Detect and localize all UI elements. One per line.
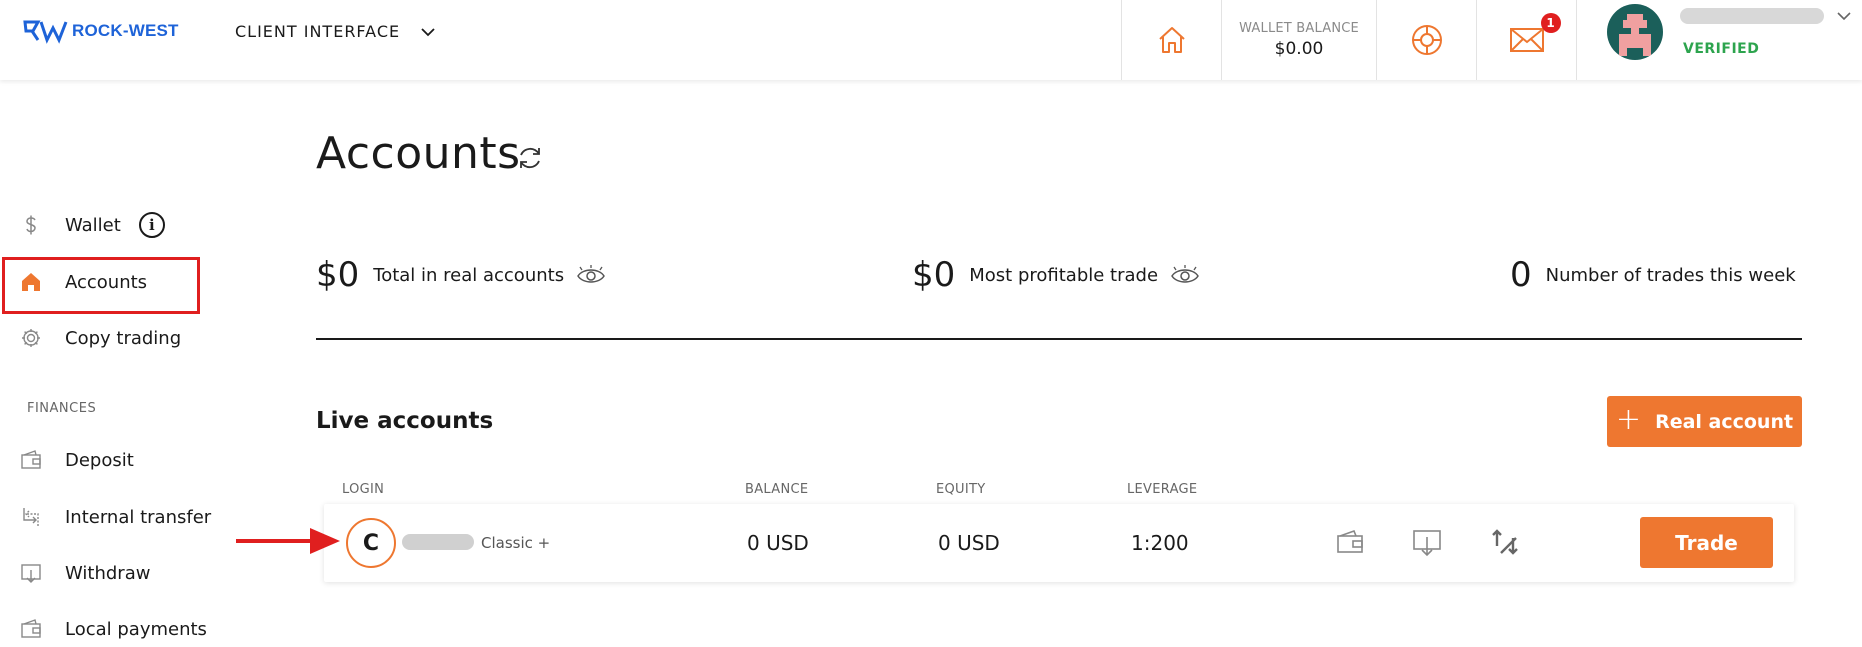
wallet-icon bbox=[20, 449, 42, 471]
avatar-pixel-icon bbox=[1619, 14, 1651, 56]
finances-section-label: FINANCES bbox=[27, 401, 97, 416]
client-interface-dropdown[interactable]: CLIENT INTERFACE bbox=[235, 22, 436, 41]
eye-icon[interactable] bbox=[576, 264, 606, 286]
dollar-icon bbox=[20, 214, 42, 236]
column-header-login: LOGIN bbox=[342, 482, 385, 497]
stat-label: Number of trades this week bbox=[1545, 264, 1796, 286]
sidebar-item-deposit[interactable]: Deposit bbox=[20, 440, 134, 480]
rock-west-logo[interactable]: ROCK-WEST bbox=[22, 18, 179, 44]
sidebar-item-label: Wallet bbox=[65, 214, 121, 236]
section-divider bbox=[316, 338, 1802, 340]
wallet-icon bbox=[20, 618, 42, 640]
client-interface-label: CLIENT INTERFACE bbox=[235, 22, 401, 41]
messages-button[interactable]: 1 bbox=[1476, 0, 1576, 80]
sidebar-item-wallet[interactable]: Wallet i bbox=[20, 205, 165, 245]
wallet-balance-label: WALLET BALANCE bbox=[1239, 21, 1359, 36]
sidebar-item-local-payments[interactable]: Local payments bbox=[20, 609, 207, 647]
sidebar-item-withdraw[interactable]: Withdraw bbox=[20, 553, 150, 593]
notification-badge: 1 bbox=[1540, 13, 1561, 33]
login-redacted bbox=[402, 534, 474, 550]
mail-icon bbox=[1509, 28, 1544, 52]
transfer-icon bbox=[20, 506, 42, 528]
refresh-icon[interactable] bbox=[516, 144, 544, 172]
table-row: C Classic + 0 USD 0 USD 1:200 Trade bbox=[324, 504, 1794, 582]
wallet-balance[interactable]: WALLET BALANCE $0.00 bbox=[1221, 0, 1376, 80]
real-account-label: Real account bbox=[1655, 410, 1794, 433]
account-leverage: 1:200 bbox=[1131, 531, 1189, 555]
annotation-highlight-box bbox=[2, 257, 200, 314]
wallet-balance-value: $0.00 bbox=[1274, 39, 1324, 59]
user-menu[interactable]: VERIFIED bbox=[1576, 0, 1862, 80]
transfer-icon[interactable] bbox=[1489, 526, 1521, 558]
sidebar-item-internal-transfer[interactable]: Internal transfer bbox=[20, 497, 211, 537]
chevron-down-icon bbox=[1837, 12, 1851, 21]
account-balance: 0 USD bbox=[747, 531, 809, 555]
column-header-balance: BALANCE bbox=[745, 482, 809, 497]
sidebar-item-label: Internal transfer bbox=[65, 506, 212, 528]
stat-most-profitable-trade: $0 Most profitable trade bbox=[912, 255, 1200, 295]
stat-label: Total in real accounts bbox=[373, 264, 565, 286]
avatar bbox=[1607, 4, 1663, 60]
stat-total-real-accounts: $0 Total in real accounts bbox=[316, 255, 606, 295]
sidebar-item-copy-trading[interactable]: Copy trading bbox=[20, 318, 181, 358]
sidebar-item-label: Withdraw bbox=[65, 562, 151, 584]
stat-value: 0 bbox=[1510, 255, 1532, 295]
logo-text: ROCK-WEST bbox=[72, 21, 179, 40]
annotation-arrow-icon bbox=[236, 528, 340, 554]
account-initial-badge: C bbox=[346, 518, 396, 568]
username-redacted bbox=[1680, 8, 1824, 24]
plus-icon: + bbox=[1615, 402, 1642, 437]
live-accounts-title: Live accounts bbox=[316, 408, 494, 434]
column-header-leverage: LEVERAGE bbox=[1127, 482, 1198, 497]
sidebar-item-label: Local payments bbox=[65, 618, 207, 640]
home-button[interactable] bbox=[1121, 0, 1221, 80]
lifebuoy-icon bbox=[1411, 25, 1442, 55]
stat-trades-this-week: 0 Number of trades this week bbox=[1510, 255, 1796, 295]
add-real-account-button[interactable]: + Real account bbox=[1607, 396, 1802, 447]
column-header-equity: EQUITY bbox=[936, 482, 986, 497]
stat-value: $0 bbox=[316, 255, 360, 295]
home-icon bbox=[1158, 27, 1185, 53]
info-icon[interactable]: i bbox=[138, 212, 165, 238]
stat-value: $0 bbox=[912, 255, 956, 295]
page-title: Accounts bbox=[316, 128, 521, 179]
sidebar-item-label: Deposit bbox=[65, 449, 134, 471]
gear-icon bbox=[20, 327, 42, 349]
deposit-wallet-icon[interactable] bbox=[1334, 526, 1366, 558]
account-equity: 0 USD bbox=[938, 531, 1000, 555]
sidebar-item-label: Copy trading bbox=[65, 327, 182, 349]
account-type: Classic + bbox=[481, 534, 551, 552]
stat-label: Most profitable trade bbox=[969, 264, 1159, 286]
top-header: ROCK-WEST CLIENT INTERFACE WALLET BALANC… bbox=[0, 0, 1862, 80]
trade-button[interactable]: Trade bbox=[1640, 517, 1773, 568]
support-button[interactable] bbox=[1376, 0, 1476, 80]
withdraw-icon[interactable] bbox=[1411, 526, 1443, 558]
eye-icon[interactable] bbox=[1170, 264, 1200, 286]
chevron-down-icon bbox=[421, 27, 435, 36]
withdraw-icon bbox=[20, 562, 42, 584]
logo-mark-icon bbox=[23, 20, 68, 44]
verified-status: VERIFIED bbox=[1683, 41, 1760, 57]
